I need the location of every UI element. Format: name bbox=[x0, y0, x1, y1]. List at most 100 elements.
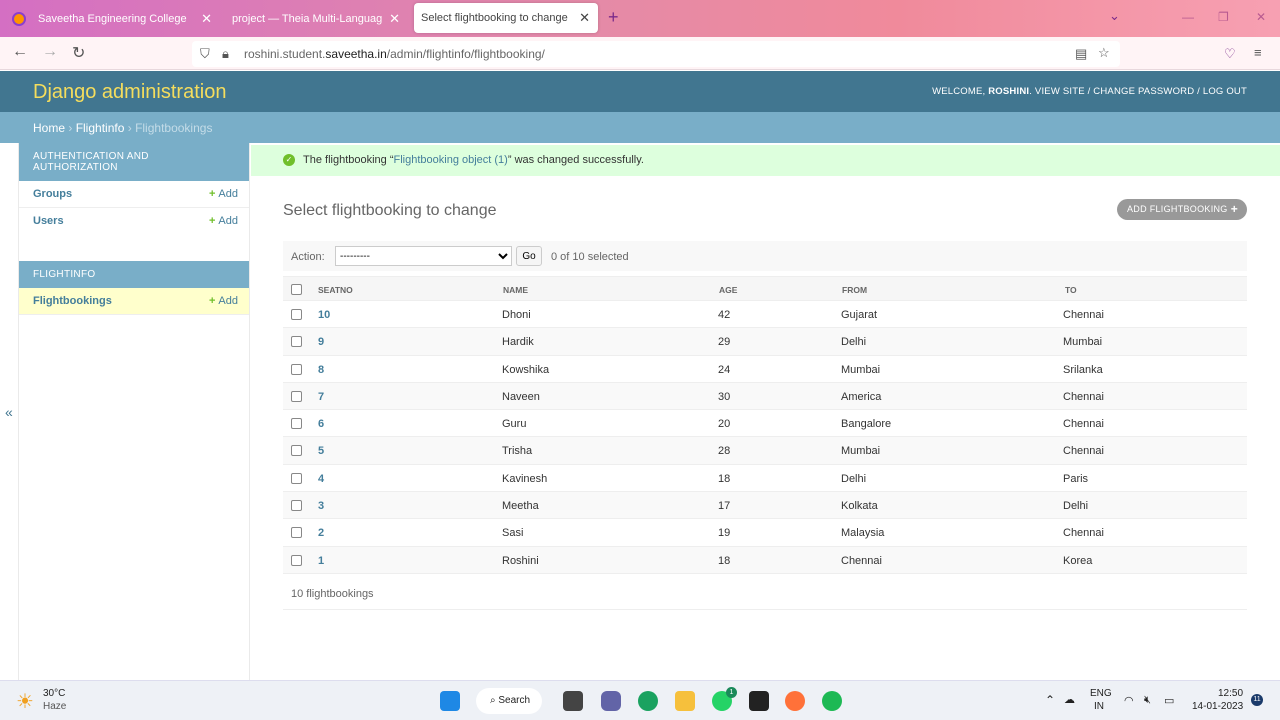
notification-badge[interactable]: 11 bbox=[1251, 694, 1263, 706]
logout-link[interactable]: LOG OUT bbox=[1203, 86, 1247, 97]
spotify-icon[interactable] bbox=[822, 691, 842, 711]
teams-chat-icon[interactable] bbox=[601, 691, 621, 711]
seatno-link[interactable]: 3 bbox=[318, 500, 324, 512]
chevron-up-icon[interactable]: ⌃ bbox=[1045, 693, 1055, 707]
back-icon[interactable]: ← bbox=[12, 43, 28, 61]
cell-to: Chennai bbox=[1063, 390, 1104, 403]
table-row: 7 Naveen 30 America Chennai bbox=[283, 382, 1247, 411]
add-flightbooking-button[interactable]: ADD FLIGHTBOOKING + bbox=[1117, 199, 1247, 220]
pocket-icon[interactable]: ♡ bbox=[1224, 46, 1236, 62]
seatno-link[interactable]: 6 bbox=[318, 418, 324, 430]
collapse-sidebar-icon[interactable]: « bbox=[5, 404, 13, 420]
sidebar-item-label[interactable]: Groups bbox=[33, 188, 72, 200]
speaker-mute-icon[interactable]: 🔇︎ bbox=[1144, 694, 1151, 707]
module-auth-header[interactable]: Authentication and Authorization bbox=[19, 143, 249, 181]
seatno-link[interactable]: 2 bbox=[318, 527, 324, 539]
row-checkbox[interactable] bbox=[291, 554, 302, 566]
view-site-link[interactable]: VIEW SITE bbox=[1035, 86, 1085, 97]
sidebar-item-groups[interactable]: Groups + Add bbox=[19, 181, 249, 208]
row-checkbox[interactable] bbox=[291, 418, 302, 430]
table-row: 8 Kowshika 24 Mumbai Srilanka bbox=[283, 356, 1247, 383]
close-icon[interactable]: ✕ bbox=[579, 10, 590, 26]
reader-view-icon[interactable]: ▤ bbox=[1075, 46, 1087, 62]
action-select[interactable]: --------- bbox=[335, 246, 512, 266]
cell-name: Sasi bbox=[502, 527, 524, 540]
firefox-icon[interactable] bbox=[785, 691, 805, 711]
change-password-link[interactable]: CHANGE PASSWORD bbox=[1093, 86, 1194, 97]
weather-icon[interactable]: ☀ bbox=[16, 689, 34, 714]
language-eng[interactable]: ENG bbox=[1090, 688, 1112, 699]
chrome-icon[interactable] bbox=[638, 691, 658, 711]
column-header-name[interactable]: NAME bbox=[503, 285, 528, 295]
sidebar-item-label[interactable]: Users bbox=[33, 215, 64, 227]
tab-django-admin[interactable]: Select flightbooking to change | Dj ✕ bbox=[414, 3, 598, 33]
row-checkbox[interactable] bbox=[291, 527, 302, 539]
cell-age: 18 bbox=[718, 472, 731, 485]
close-icon[interactable]: ✕ bbox=[201, 11, 212, 27]
go-button[interactable]: Go bbox=[516, 246, 542, 266]
taskbar-search[interactable]: ⌕ Search bbox=[476, 688, 542, 714]
seatno-link[interactable]: 7 bbox=[318, 391, 324, 403]
column-header-age[interactable]: AGE bbox=[719, 285, 737, 295]
cell-from: Malaysia bbox=[841, 527, 885, 540]
windows-start-icon[interactable] bbox=[440, 691, 460, 711]
maximize-icon[interactable]: ❐ bbox=[1218, 10, 1229, 24]
seatno-link[interactable]: 10 bbox=[318, 309, 330, 321]
tab-list-icon[interactable]: ⌄ bbox=[1109, 8, 1120, 24]
weather-temp[interactable]: 30°C bbox=[43, 688, 65, 699]
module-flightinfo-header[interactable]: Flightinfo bbox=[19, 261, 249, 288]
language-in[interactable]: IN bbox=[1094, 701, 1104, 712]
site-brand[interactable]: Django administration bbox=[33, 81, 226, 104]
sidebar-item-users[interactable]: Users + Add bbox=[19, 208, 249, 235]
row-checkbox[interactable] bbox=[291, 500, 302, 512]
row-checkbox[interactable] bbox=[291, 336, 302, 348]
row-checkbox[interactable] bbox=[291, 472, 302, 484]
row-checkbox[interactable] bbox=[291, 390, 302, 402]
sidebar-item-flightbookings[interactable]: Flightbookings + Add bbox=[19, 288, 249, 315]
cell-to: Chennai bbox=[1063, 527, 1104, 540]
weather-condition[interactable]: Haze bbox=[43, 701, 66, 712]
column-header-seatno[interactable]: SEATNO bbox=[318, 285, 353, 295]
url-text[interactable]: roshini.student.saveetha.in/admin/flight… bbox=[244, 47, 545, 61]
window-close-icon[interactable]: ✕ bbox=[1256, 10, 1266, 24]
add-group-link[interactable]: + Add bbox=[209, 188, 241, 200]
breadcrumb-home[interactable]: Home bbox=[33, 121, 65, 135]
shield-icon[interactable]: ⛉ bbox=[200, 46, 210, 62]
menu-icon[interactable]: ≡ bbox=[1254, 45, 1262, 60]
lock-icon[interactable]: 🔒︎ bbox=[222, 46, 229, 62]
add-user-link[interactable]: + Add bbox=[209, 215, 241, 227]
url-bar[interactable]: ⛉ 🔒︎ roshini.student.saveetha.in/admin/f… bbox=[192, 41, 1120, 67]
changed-object-link[interactable]: Flightbooking object (1) bbox=[394, 154, 508, 166]
tab-saveetha[interactable]: Saveetha Engineering College ✕ bbox=[0, 0, 220, 37]
column-header-to[interactable]: TO bbox=[1065, 285, 1077, 295]
task-view-icon[interactable] bbox=[563, 691, 583, 711]
sticky-notes-icon[interactable] bbox=[749, 691, 769, 711]
tab-theia[interactable]: project — Theia Multi-Language Ex ✕ bbox=[220, 0, 408, 37]
clock-time[interactable]: 12:50 bbox=[1218, 688, 1243, 699]
wifi-icon[interactable]: ◠ bbox=[1124, 694, 1134, 707]
row-checkbox[interactable] bbox=[291, 309, 302, 320]
column-header-from[interactable]: FROM bbox=[842, 285, 867, 295]
breadcrumb-app[interactable]: Flightinfo bbox=[76, 121, 125, 135]
seatno-link[interactable]: 5 bbox=[318, 445, 324, 457]
seatno-link[interactable]: 4 bbox=[318, 473, 324, 485]
onedrive-icon[interactable]: ☁ bbox=[1064, 693, 1075, 706]
battery-icon[interactable]: ▭ bbox=[1164, 694, 1174, 707]
new-tab-icon[interactable]: + bbox=[608, 7, 619, 28]
select-all-checkbox[interactable] bbox=[291, 284, 302, 295]
clock-date[interactable]: 14-01-2023 bbox=[1192, 701, 1243, 712]
reload-icon[interactable]: ↻ bbox=[72, 43, 85, 63]
bookmark-star-icon[interactable]: ☆ bbox=[1098, 45, 1110, 61]
table-row: 5 Trisha 28 Mumbai Chennai bbox=[283, 437, 1247, 465]
seatno-link[interactable]: 1 bbox=[318, 555, 324, 567]
file-explorer-icon[interactable] bbox=[675, 691, 695, 711]
seatno-link[interactable]: 8 bbox=[318, 364, 324, 376]
seatno-link[interactable]: 9 bbox=[318, 336, 324, 348]
forward-icon[interactable]: → bbox=[42, 43, 58, 61]
add-flightbooking-link[interactable]: + Add bbox=[209, 295, 241, 307]
row-checkbox[interactable] bbox=[291, 363, 302, 375]
sidebar-item-label[interactable]: Flightbookings bbox=[33, 295, 112, 307]
row-checkbox[interactable] bbox=[291, 445, 302, 457]
close-icon[interactable]: ✕ bbox=[389, 11, 400, 27]
minimize-icon[interactable]: — bbox=[1182, 10, 1194, 24]
